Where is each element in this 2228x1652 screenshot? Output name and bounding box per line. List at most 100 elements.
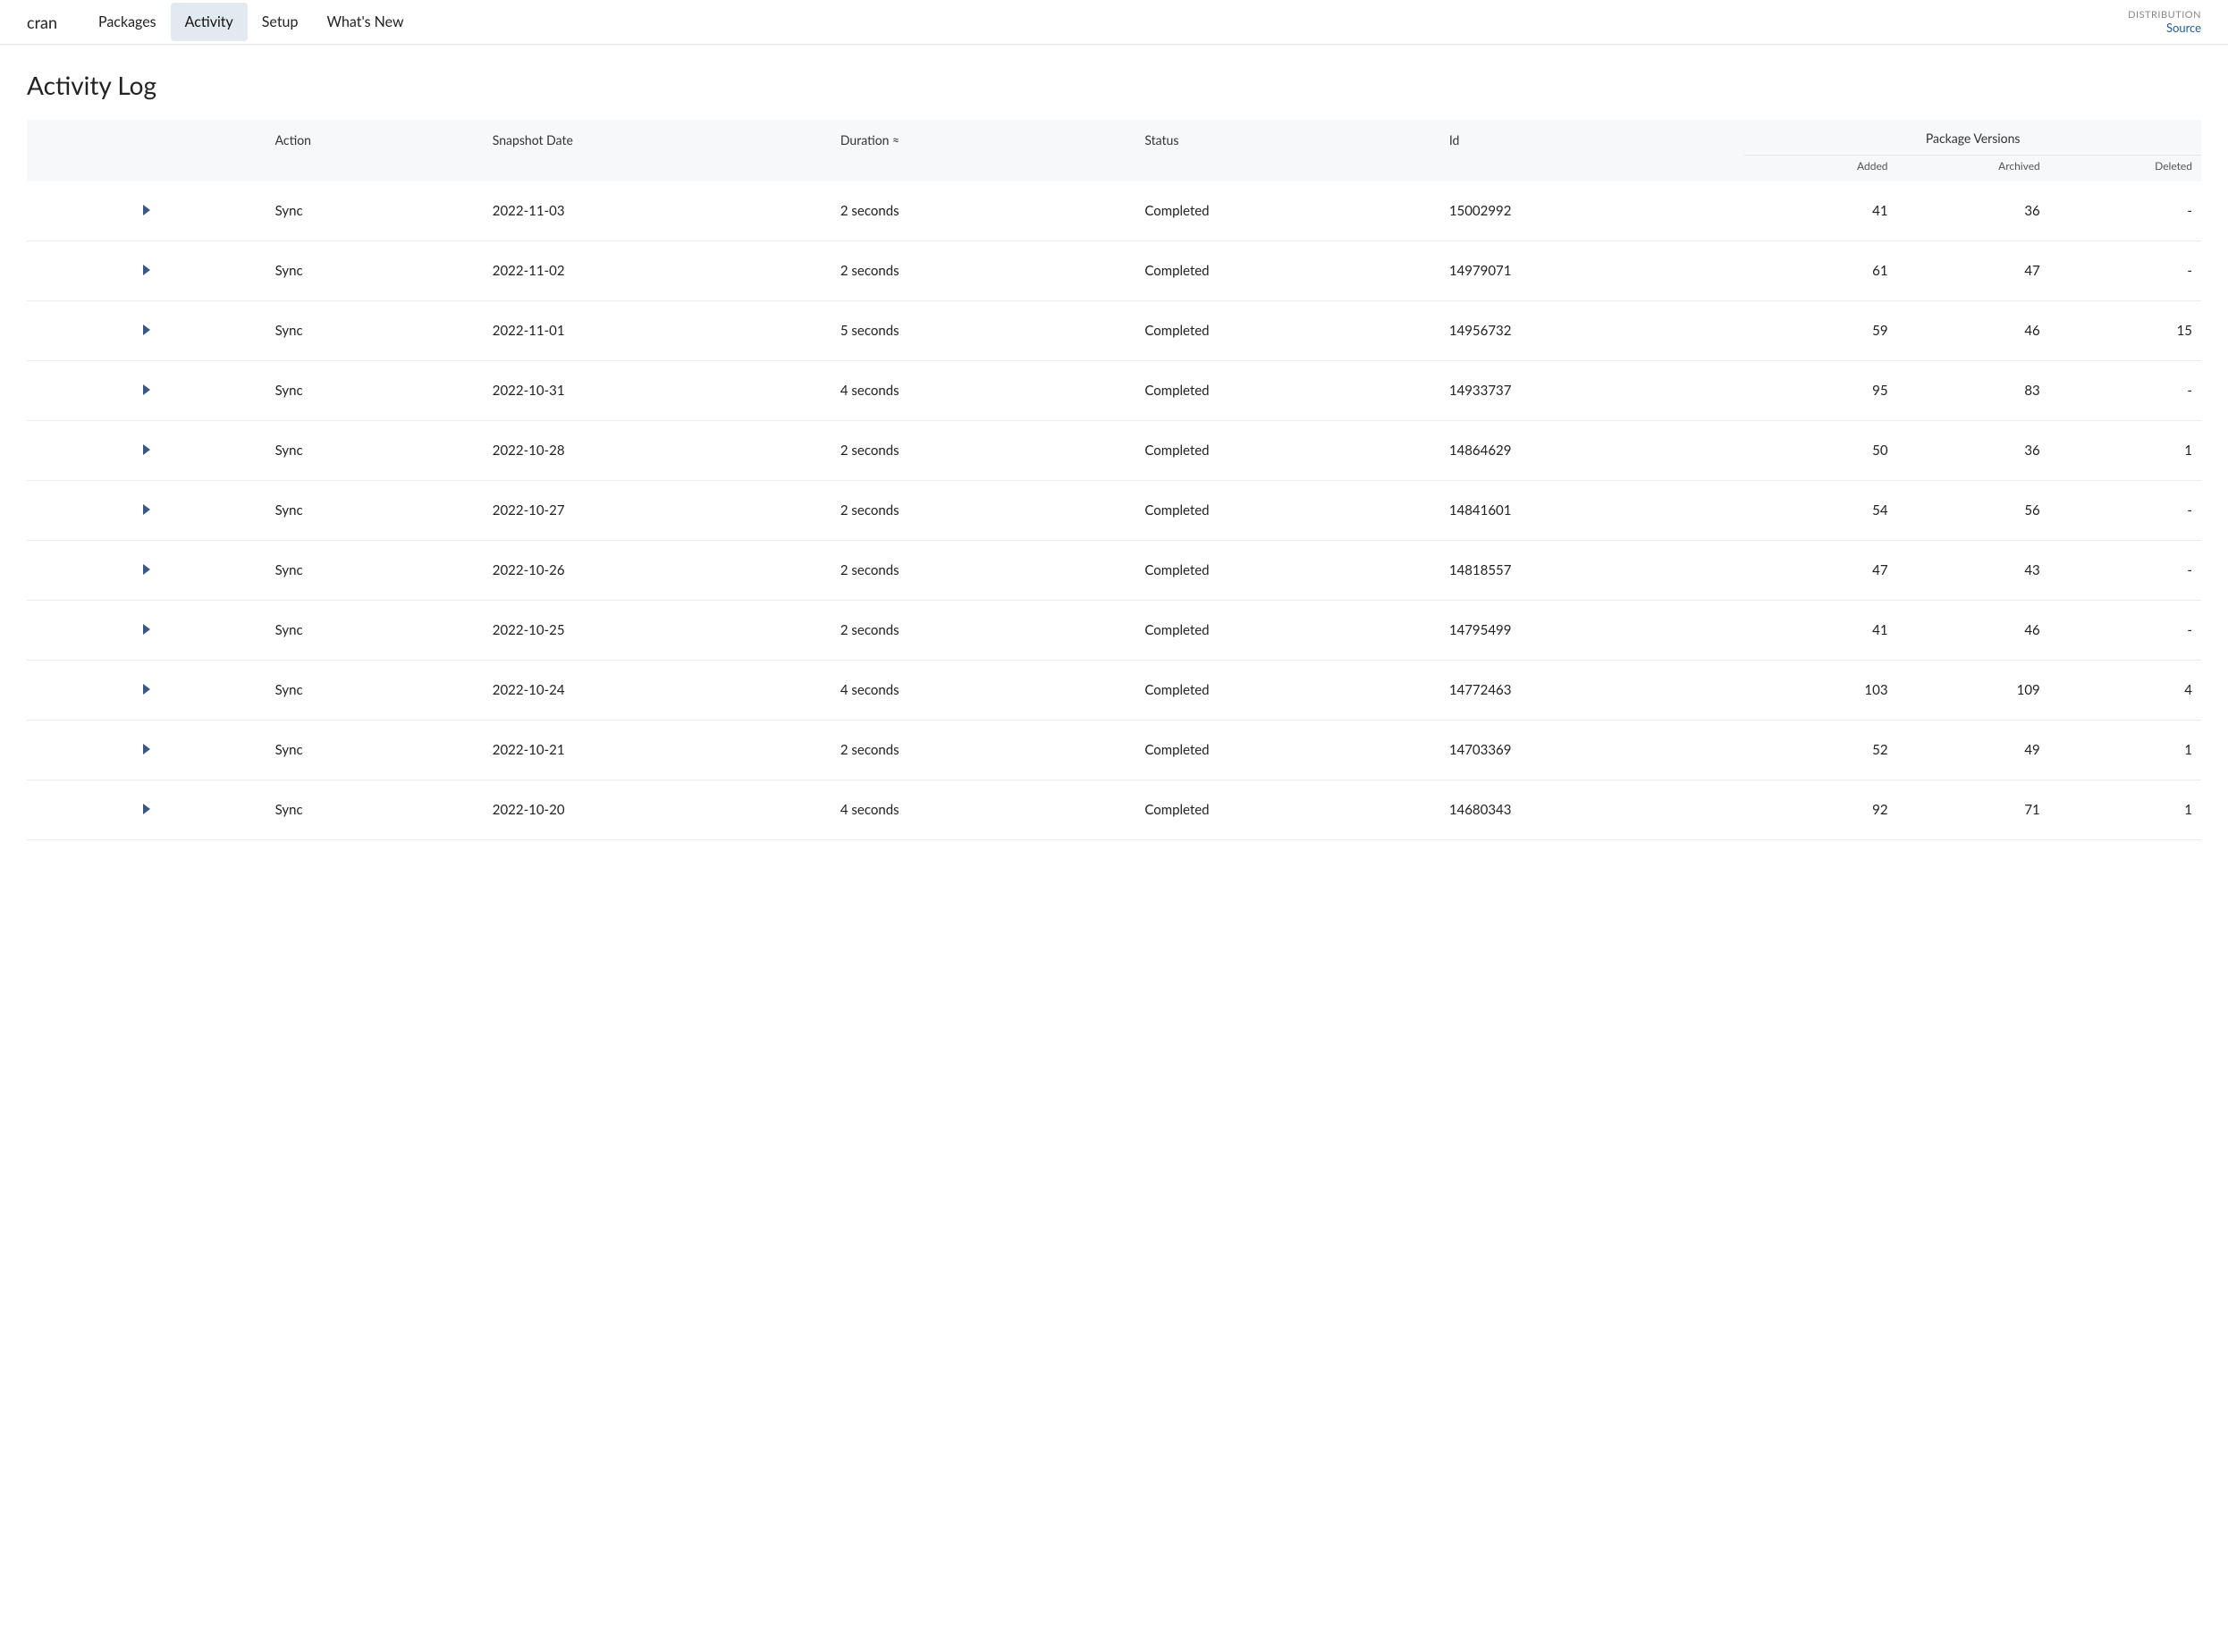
cell-id: 14818557: [1440, 541, 1744, 601]
cell-added: 41: [1744, 601, 1896, 661]
expand-row-icon[interactable]: [143, 504, 150, 515]
cell-duration: 2 seconds: [831, 481, 1135, 541]
cell-added: 47: [1744, 541, 1896, 601]
expand-row-icon[interactable]: [143, 564, 150, 575]
cell-id: 14864629: [1440, 421, 1744, 481]
col-id-header[interactable]: Id: [1440, 120, 1744, 156]
expand-row-icon[interactable]: [143, 624, 150, 635]
cell-date: 2022-10-21: [484, 721, 831, 780]
page-content: Activity Log Action Snapshot Date Durati…: [0, 45, 2228, 865]
cell-status: Completed: [1135, 481, 1439, 541]
table-row: Sync2022-10-204 secondsCompleted14680343…: [27, 780, 2201, 840]
cell-id: 14841601: [1440, 481, 1744, 541]
expand-row-icon[interactable]: [143, 265, 150, 275]
cell-id: 14703369: [1440, 721, 1744, 780]
cell-added: 92: [1744, 780, 1896, 840]
cell-status: Completed: [1135, 721, 1439, 780]
cell-status: Completed: [1135, 361, 1439, 421]
cell-added: 54: [1744, 481, 1896, 541]
cell-deleted: -: [2049, 361, 2201, 421]
source-link[interactable]: Source: [2128, 21, 2201, 35]
cell-archived: 109: [1897, 661, 2049, 721]
cell-status: Completed: [1135, 541, 1439, 601]
main-nav: Packages Activity Setup What's New: [84, 3, 418, 41]
cell-id: 14772463: [1440, 661, 1744, 721]
nav-packages[interactable]: Packages: [84, 3, 171, 41]
col-deleted-header[interactable]: Deleted: [2049, 156, 2201, 182]
page-title: Activity Log: [27, 70, 2201, 100]
expand-row-icon[interactable]: [143, 324, 150, 335]
distribution-label: DISTRIBUTION: [2128, 9, 2201, 21]
table-row: Sync2022-11-032 secondsCompleted15002992…: [27, 181, 2201, 241]
cell-status: Completed: [1135, 241, 1439, 301]
cell-duration: 2 seconds: [831, 181, 1135, 241]
expand-row-icon[interactable]: [143, 384, 150, 395]
cell-date: 2022-10-26: [484, 541, 831, 601]
cell-id: 15002992: [1440, 181, 1744, 241]
cell-duration: 4 seconds: [831, 661, 1135, 721]
cell-status: Completed: [1135, 421, 1439, 481]
cell-date: 2022-10-20: [484, 780, 831, 840]
cell-id: 14956732: [1440, 301, 1744, 361]
subheader-blank: [27, 156, 1744, 182]
table-row: Sync2022-11-015 secondsCompleted14956732…: [27, 301, 2201, 361]
cell-duration: 2 seconds: [831, 421, 1135, 481]
activity-table: Action Snapshot Date Duration ≈ Status I…: [27, 120, 2201, 840]
nav-whatsnew[interactable]: What's New: [312, 3, 418, 41]
cell-action: Sync: [266, 241, 484, 301]
cell-status: Completed: [1135, 301, 1439, 361]
expand-row-icon[interactable]: [143, 804, 150, 814]
expand-row-icon[interactable]: [143, 684, 150, 695]
table-row: Sync2022-10-262 secondsCompleted14818557…: [27, 541, 2201, 601]
topbar: cran Packages Activity Setup What's New …: [0, 0, 2228, 45]
cell-duration: 2 seconds: [831, 241, 1135, 301]
cell-added: 103: [1744, 661, 1896, 721]
cell-archived: 46: [1897, 301, 2049, 361]
cell-duration: 2 seconds: [831, 541, 1135, 601]
cell-deleted: -: [2049, 481, 2201, 541]
col-archived-header[interactable]: Archived: [1897, 156, 2049, 182]
cell-added: 61: [1744, 241, 1896, 301]
cell-added: 95: [1744, 361, 1896, 421]
expand-row-icon[interactable]: [143, 444, 150, 455]
cell-deleted: -: [2049, 541, 2201, 601]
col-duration-header[interactable]: Duration ≈: [831, 120, 1135, 156]
cell-id: 14979071: [1440, 241, 1744, 301]
cell-action: Sync: [266, 181, 484, 241]
cell-deleted: 1: [2049, 421, 2201, 481]
cell-deleted: 1: [2049, 721, 2201, 780]
cell-deleted: 15: [2049, 301, 2201, 361]
cell-id: 14680343: [1440, 780, 1744, 840]
table-row: Sync2022-11-022 secondsCompleted14979071…: [27, 241, 2201, 301]
nav-activity[interactable]: Activity: [171, 3, 248, 41]
cell-deleted: 1: [2049, 780, 2201, 840]
cell-archived: 47: [1897, 241, 2049, 301]
cell-added: 52: [1744, 721, 1896, 780]
nav-setup[interactable]: Setup: [248, 3, 313, 41]
cell-duration: 2 seconds: [831, 721, 1135, 780]
cell-date: 2022-10-31: [484, 361, 831, 421]
col-action-header[interactable]: Action: [266, 120, 484, 156]
cell-archived: 36: [1897, 181, 2049, 241]
cell-archived: 49: [1897, 721, 2049, 780]
cell-action: Sync: [266, 601, 484, 661]
table-row: Sync2022-10-252 secondsCompleted14795499…: [27, 601, 2201, 661]
topbar-left: cran Packages Activity Setup What's New: [27, 3, 418, 41]
expand-row-icon[interactable]: [143, 744, 150, 754]
brand-name: cran: [27, 13, 66, 32]
cell-archived: 71: [1897, 780, 2049, 840]
cell-date: 2022-10-27: [484, 481, 831, 541]
col-status-header[interactable]: Status: [1135, 120, 1439, 156]
cell-date: 2022-11-02: [484, 241, 831, 301]
col-snapshot-date-header[interactable]: Snapshot Date: [484, 120, 831, 156]
cell-date: 2022-10-24: [484, 661, 831, 721]
col-added-header[interactable]: Added: [1744, 156, 1896, 182]
cell-action: Sync: [266, 541, 484, 601]
cell-action: Sync: [266, 361, 484, 421]
table-row: Sync2022-10-272 secondsCompleted14841601…: [27, 481, 2201, 541]
cell-deleted: -: [2049, 601, 2201, 661]
cell-duration: 4 seconds: [831, 361, 1135, 421]
cell-status: Completed: [1135, 780, 1439, 840]
expand-row-icon[interactable]: [143, 205, 150, 215]
cell-status: Completed: [1135, 661, 1439, 721]
